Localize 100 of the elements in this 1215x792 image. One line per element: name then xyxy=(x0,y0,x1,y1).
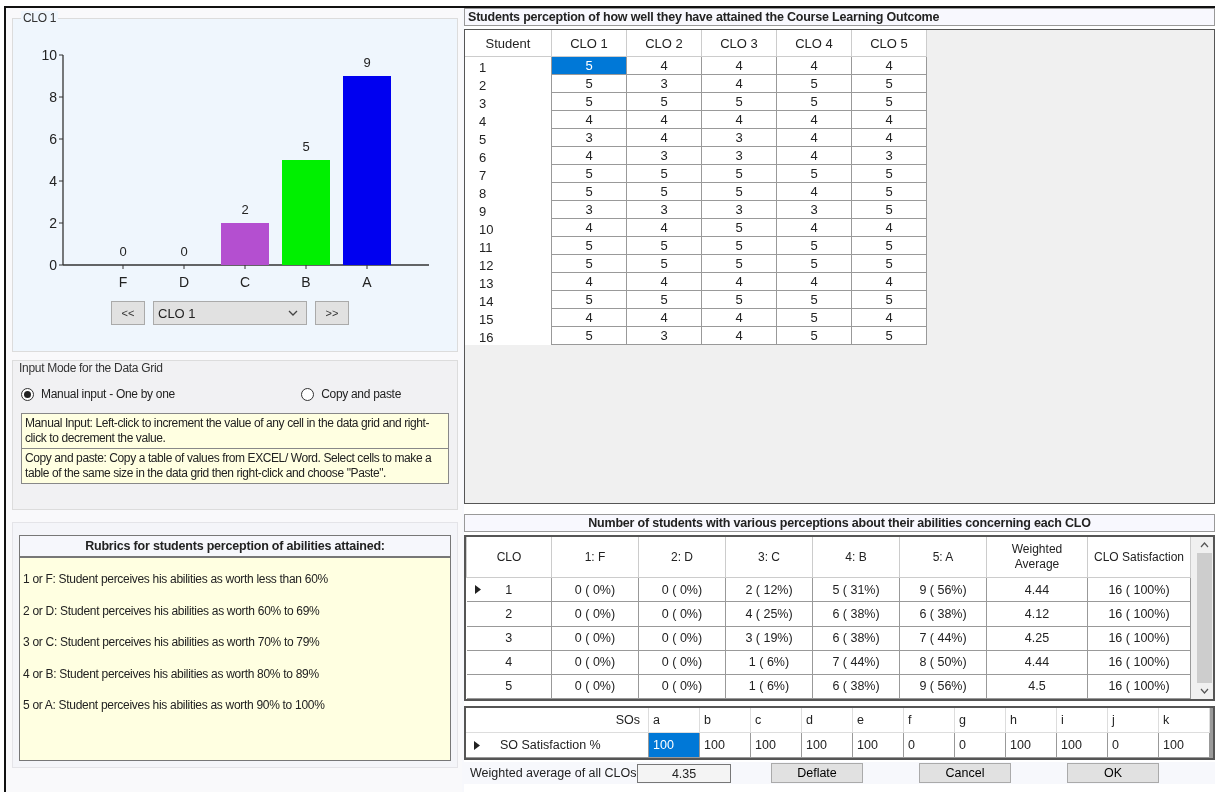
table-cell[interactable]: 4 xyxy=(701,326,777,345)
table-cell[interactable]: 3 xyxy=(551,200,627,219)
table-cell[interactable]: 5 xyxy=(551,290,627,309)
table-cell[interactable]: 4 xyxy=(776,146,852,165)
next-button[interactable]: >> xyxy=(315,301,349,325)
table-cell[interactable]: 5 xyxy=(851,326,927,345)
table-cell[interactable]: 5 xyxy=(551,182,627,201)
table-cell[interactable]: 4 xyxy=(551,308,627,327)
table-cell[interactable]: 5 xyxy=(701,254,777,273)
table-cell[interactable]: 5 xyxy=(701,290,777,309)
column-header[interactable]: CLO 4 xyxy=(776,30,852,57)
table-cell[interactable]: 4 xyxy=(701,272,777,291)
table-cell[interactable]: 4 xyxy=(551,146,627,165)
table-cell[interactable]: 3 xyxy=(851,146,927,165)
table-cell[interactable]: 4 xyxy=(701,56,777,75)
table-cell[interactable]: 4 xyxy=(776,56,852,75)
table-cell[interactable]: 5 xyxy=(551,92,627,111)
scrollbar[interactable] xyxy=(1210,708,1213,758)
table-cell[interactable]: 5 xyxy=(851,254,927,273)
table-cell[interactable]: 3 xyxy=(701,128,777,147)
table-cell[interactable]: 5 xyxy=(626,236,702,255)
table-cell[interactable]: 100 xyxy=(1056,732,1108,758)
table-cell[interactable]: 5 xyxy=(701,164,777,183)
table-cell[interactable]: 4 xyxy=(626,128,702,147)
table-cell[interactable]: 4 xyxy=(776,110,852,129)
column-header[interactable]: CLO 2 xyxy=(626,30,702,57)
table-cell[interactable]: 5 xyxy=(851,182,927,201)
table-cell[interactable]: 5 xyxy=(776,326,852,345)
scroll-thumb[interactable] xyxy=(1197,553,1212,683)
table-cell[interactable]: 5 xyxy=(626,182,702,201)
table-cell[interactable]: 5 xyxy=(776,164,852,183)
table-cell[interactable]: 4 xyxy=(551,110,627,129)
table-cell[interactable]: 4 xyxy=(701,74,777,93)
table-cell[interactable]: 5 xyxy=(701,218,777,237)
table-cell[interactable]: 100 xyxy=(699,732,751,758)
table-cell[interactable]: 5 xyxy=(776,290,852,309)
radio-option[interactable]: Manual input - One by one xyxy=(21,385,175,403)
table-cell[interactable]: 3 xyxy=(626,200,702,219)
table-cell[interactable]: 5 xyxy=(851,164,927,183)
table-cell[interactable]: 100 xyxy=(1005,732,1057,758)
table-cell[interactable]: 4 xyxy=(626,56,702,75)
column-header[interactable]: CLO 5 xyxy=(851,30,927,57)
table-cell[interactable]: 5 xyxy=(776,236,852,255)
table-cell[interactable]: 4 xyxy=(626,218,702,237)
table-cell[interactable]: 100 xyxy=(852,732,904,758)
table-cell[interactable]: 4 xyxy=(701,308,777,327)
table-cell[interactable]: 4 xyxy=(626,272,702,291)
table-cell[interactable]: 5 xyxy=(851,290,927,309)
table-cell[interactable]: 5 xyxy=(551,254,627,273)
table-cell[interactable]: 5 xyxy=(701,236,777,255)
column-header[interactable]: CLO 1 xyxy=(551,30,627,57)
radio-option[interactable]: Copy and paste xyxy=(301,385,401,403)
action-button[interactable]: OK xyxy=(1067,763,1159,783)
table-cell[interactable]: 5 xyxy=(851,74,927,93)
table-cell[interactable]: 5 xyxy=(551,326,627,345)
table-cell[interactable]: 5 xyxy=(776,254,852,273)
table-cell[interactable]: 0 xyxy=(1107,732,1159,758)
table-cell[interactable]: 4 xyxy=(776,128,852,147)
table-cell[interactable]: 5 xyxy=(776,74,852,93)
table-cell[interactable]: 100 xyxy=(750,732,802,758)
table-cell[interactable]: 4 xyxy=(551,218,627,237)
table-cell[interactable]: 3 xyxy=(701,200,777,219)
table-cell[interactable]: 0 xyxy=(903,732,955,758)
table-cell[interactable]: 4 xyxy=(776,218,852,237)
action-button[interactable]: Deflate xyxy=(771,763,863,783)
table-cell[interactable]: 4 xyxy=(626,308,702,327)
table-cell[interactable]: 100 xyxy=(801,732,853,758)
table-cell[interactable]: 5 xyxy=(701,92,777,111)
table-cell[interactable]: 5 xyxy=(626,92,702,111)
table-cell[interactable]: 4 xyxy=(851,218,927,237)
table-cell[interactable]: 4 xyxy=(701,110,777,129)
table-cell[interactable]: 5 xyxy=(626,254,702,273)
table-cell[interactable]: 4 xyxy=(551,272,627,291)
table-cell[interactable]: 3 xyxy=(626,326,702,345)
table-cell[interactable]: 5 xyxy=(851,200,927,219)
table-cell[interactable]: 4 xyxy=(851,56,927,75)
average-field[interactable]: 4.35 xyxy=(637,763,731,783)
table-cell[interactable]: 5 xyxy=(701,182,777,201)
table-cell[interactable]: 4 xyxy=(776,272,852,291)
table-cell[interactable]: 4 xyxy=(851,308,927,327)
table-cell[interactable]: 5 xyxy=(551,236,627,255)
column-header[interactable]: CLO 3 xyxy=(701,30,777,57)
table-cell[interactable]: 4 xyxy=(851,128,927,147)
table-cell[interactable]: 100 xyxy=(1158,732,1210,758)
table-cell[interactable]: 4 xyxy=(851,110,927,129)
table-cell[interactable]: 5 xyxy=(626,290,702,309)
table-cell[interactable]: 5 xyxy=(851,92,927,111)
column-header[interactable]: Student xyxy=(465,30,552,57)
table-cell[interactable]: 3 xyxy=(626,74,702,93)
table-cell[interactable]: 3 xyxy=(776,200,852,219)
table-cell[interactable]: 5 xyxy=(551,74,627,93)
previous-button[interactable]: << xyxy=(111,301,145,325)
table-cell[interactable]: 4 xyxy=(776,182,852,201)
scroll-up-icon[interactable] xyxy=(1200,542,1209,548)
table-cell[interactable]: 4 xyxy=(851,272,927,291)
table-cell[interactable]: 5 xyxy=(851,236,927,255)
table-cell[interactable]: 3 xyxy=(701,146,777,165)
table-cell[interactable]: 4 xyxy=(626,110,702,129)
table-cell[interactable]: 0 xyxy=(954,732,1006,758)
table-cell[interactable]: 5 xyxy=(776,92,852,111)
